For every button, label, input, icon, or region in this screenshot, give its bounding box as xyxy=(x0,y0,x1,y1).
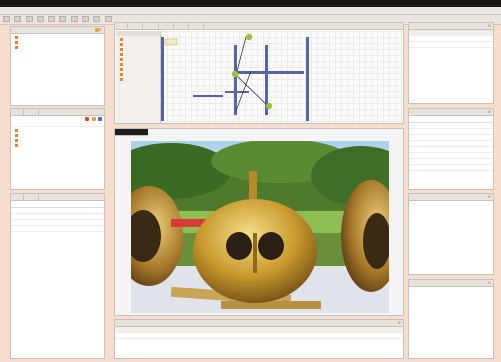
toolbar-button[interactable] xyxy=(81,16,89,22)
properties-panel xyxy=(10,193,105,359)
table-row[interactable] xyxy=(409,42,493,48)
minimize-icon[interactable] xyxy=(94,28,99,32)
node-handle[interactable] xyxy=(231,70,239,78)
right-mid-toolbar xyxy=(409,116,493,123)
editor-tab[interactable] xyxy=(191,23,205,29)
outline-toolbar xyxy=(11,116,104,127)
properties-tabs xyxy=(11,194,104,201)
diagram-bar[interactable] xyxy=(225,91,249,93)
diagram-bar[interactable] xyxy=(161,37,164,121)
outline-item[interactable] xyxy=(11,142,104,147)
tab-secondary[interactable] xyxy=(26,194,40,200)
diagram-canvas[interactable] xyxy=(161,31,403,123)
results-row[interactable] xyxy=(115,333,403,339)
image-view-tab[interactable] xyxy=(115,129,148,136)
node-handle[interactable] xyxy=(245,33,253,41)
properties-toolbar xyxy=(11,201,104,208)
filter-icon[interactable] xyxy=(91,117,96,121)
image-viewer xyxy=(114,128,404,316)
toolbar-button[interactable] xyxy=(59,16,67,22)
tab-properties[interactable] xyxy=(11,194,24,200)
sync-icon[interactable] xyxy=(98,117,102,121)
tool-icon xyxy=(120,77,123,81)
diagram-shapes xyxy=(161,33,309,121)
close-icon[interactable]: × xyxy=(488,109,491,115)
right-top-panel: × xyxy=(408,22,494,104)
window-title-bar xyxy=(0,0,501,7)
right-bottom-panel: × xyxy=(408,279,494,359)
navigator-tab[interactable]: × xyxy=(11,27,104,34)
editor-tab[interactable] xyxy=(115,23,128,29)
node-icon xyxy=(15,143,18,147)
right-top-tab[interactable]: × xyxy=(409,23,493,30)
results-tab[interactable]: × xyxy=(115,320,403,327)
diagram-editor xyxy=(114,22,404,124)
navigator-panel: × xyxy=(10,26,105,106)
tree-item[interactable] xyxy=(11,44,104,49)
outline-tabs xyxy=(11,109,104,116)
property-row[interactable] xyxy=(11,226,104,232)
folder-icon xyxy=(15,45,18,49)
toolbar-button[interactable] xyxy=(36,16,44,22)
palette-tool[interactable] xyxy=(116,76,160,81)
close-icon[interactable]: × xyxy=(488,280,491,286)
palette xyxy=(116,31,161,123)
tab-outline[interactable] xyxy=(11,109,24,115)
node-handle[interactable] xyxy=(265,102,273,110)
toolbar-button[interactable] xyxy=(48,16,56,22)
tab-secondary[interactable] xyxy=(26,109,40,115)
diagram-bar[interactable] xyxy=(193,95,223,97)
stop-icon[interactable] xyxy=(85,117,90,121)
toolbar-button[interactable] xyxy=(70,16,78,22)
toolbar-button[interactable] xyxy=(93,16,101,22)
photo-illustration xyxy=(131,141,389,313)
outline-panel xyxy=(10,108,105,190)
close-icon[interactable]: × xyxy=(99,27,102,33)
toolbar-button[interactable] xyxy=(14,16,22,22)
close-icon[interactable]: × xyxy=(488,23,491,29)
editor-tabs xyxy=(115,23,403,30)
editor-tab[interactable] xyxy=(176,23,190,29)
right-mid-panel: × xyxy=(408,108,494,190)
right-small-panel: × xyxy=(408,193,494,275)
menu-bar xyxy=(0,7,501,15)
connector-line[interactable] xyxy=(235,36,247,76)
right-bottom-tab[interactable]: × xyxy=(409,280,493,287)
editor-tab[interactable] xyxy=(145,23,159,29)
note-shape[interactable] xyxy=(164,38,178,46)
close-icon[interactable]: × xyxy=(488,194,491,200)
right-small-tab[interactable]: × xyxy=(409,194,493,201)
editor-tab[interactable] xyxy=(160,23,174,29)
toolbar-button[interactable] xyxy=(25,16,33,22)
close-icon[interactable]: × xyxy=(398,320,401,326)
diagram-bar[interactable] xyxy=(306,37,309,121)
toolbar-button[interactable] xyxy=(3,16,10,22)
diagram-bar[interactable] xyxy=(234,71,304,74)
results-panel: × xyxy=(114,319,404,359)
table-row[interactable] xyxy=(409,165,493,171)
toolbar-button[interactable] xyxy=(104,16,112,22)
photo-image xyxy=(131,141,389,313)
right-mid-tab[interactable]: × xyxy=(409,109,493,116)
diagram-bar[interactable] xyxy=(234,45,237,115)
editor-tab[interactable] xyxy=(130,23,144,29)
